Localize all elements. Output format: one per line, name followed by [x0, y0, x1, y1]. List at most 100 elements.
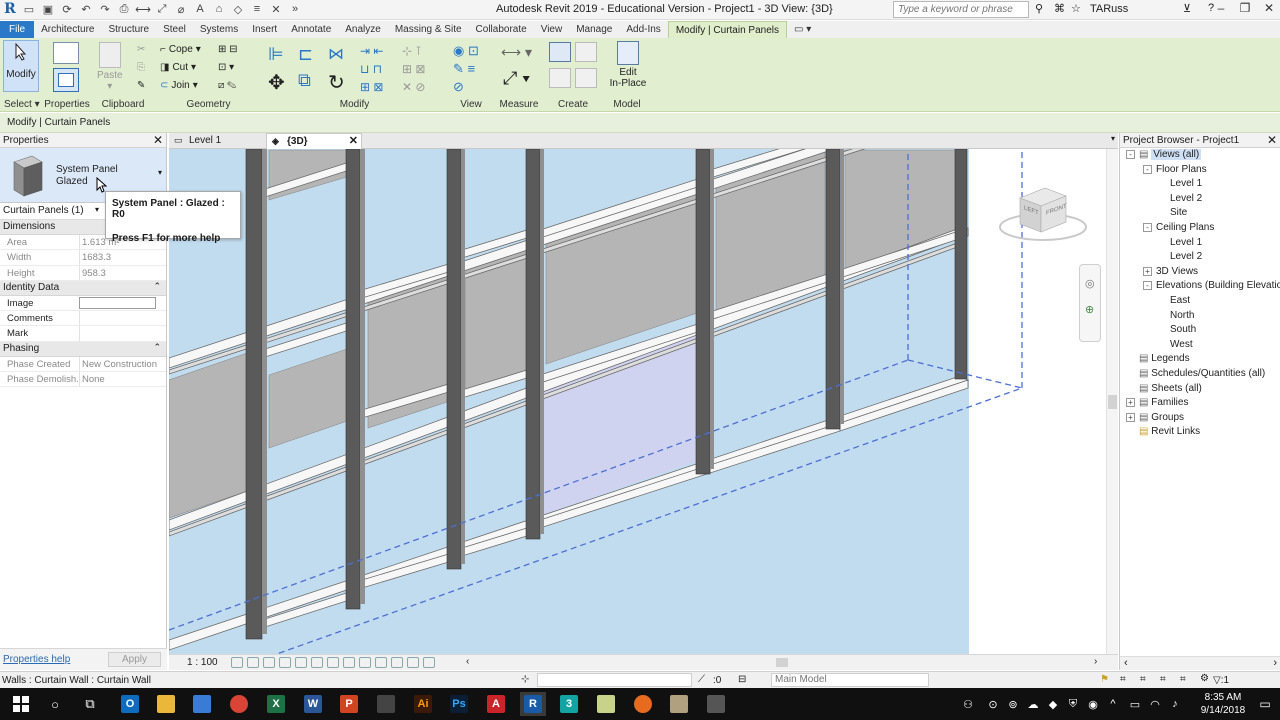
tool-app-icon[interactable] — [703, 692, 729, 716]
browser-tree-item[interactable]: Level 1 — [1170, 237, 1202, 251]
section-icon[interactable]: ◇ — [230, 1, 246, 17]
collapse-group-icon[interactable]: ⌃ — [153, 281, 161, 292]
visual-style-icon[interactable] — [247, 657, 259, 668]
worksets-icon[interactable]: ⊹ — [521, 674, 529, 685]
file-explorer-app-icon[interactable] — [153, 692, 179, 716]
thin-lines-icon[interactable]: ≡ — [249, 1, 265, 17]
excel-app-icon[interactable]: X — [263, 692, 289, 716]
windows-start-icon[interactable] — [8, 692, 34, 716]
temp-hide-icon[interactable] — [359, 657, 371, 668]
expand-icon[interactable]: + — [1143, 266, 1152, 276]
split-icons[interactable]: ⊹ ⊺ ⊞ ⊠ ✕ ⊘ — [402, 42, 425, 96]
photoshop-app-icon[interactable]: Ps — [446, 692, 472, 716]
favorites-star-icon[interactable]: ☆ — [1071, 2, 1081, 15]
tab-architecture[interactable]: Architecture — [34, 21, 101, 38]
outlook-app-icon[interactable]: O — [117, 692, 143, 716]
sun-path-icon[interactable] — [263, 657, 275, 668]
cart-icon[interactable]: ⊻ — [1183, 2, 1191, 15]
property-group-header[interactable]: Phasing ⌃ — [0, 341, 166, 357]
view-hscroll-thumb[interactable] — [776, 658, 788, 667]
select-underlay-icon[interactable]: ⌗ — [1120, 674, 1126, 685]
drag-on-selection-icon[interactable]: ⌗ — [1180, 674, 1186, 685]
browser-tree-item[interactable]: - ▤ Views (all) — [1126, 149, 1202, 163]
default-3d-icon[interactable]: ⌂ — [211, 1, 227, 17]
restore-icon[interactable]: ❐ — [1238, 1, 1252, 15]
browser-horizontal-scrollbar[interactable]: ‹ › — [1120, 656, 1280, 670]
open-icon[interactable]: ▭ — [21, 1, 37, 17]
people-icon[interactable]: ⚇ — [955, 692, 981, 716]
view-scale[interactable]: 1 : 100 — [187, 657, 218, 668]
temp-view-props-icon[interactable] — [391, 657, 403, 668]
browser-tree-item[interactable]: + ▤ Groups — [1126, 412, 1184, 426]
browser-tree-item[interactable]: Level 2 — [1170, 193, 1202, 207]
close-icon[interactable]: ✕ — [1262, 1, 1276, 15]
collapse-icon[interactable]: - — [1126, 150, 1135, 159]
tab-systems[interactable]: Systems — [193, 21, 245, 38]
view-tools-icons[interactable]: ◉ ⊡ ✎ ≡ ⊘ — [453, 42, 479, 96]
firefox-app-icon[interactable] — [630, 692, 656, 716]
create-assembly-icon[interactable] — [549, 42, 571, 62]
cope-button[interactable]: ⌐ Cope ▾ — [160, 41, 201, 58]
close-view-tab-icon[interactable]: ✕ — [349, 134, 358, 147]
select-by-face-icon[interactable]: ⌗ — [1160, 674, 1166, 685]
collapse-icon[interactable]: - — [1143, 164, 1152, 174]
aligned-dimension-icon[interactable]: ⤢ ▾ — [503, 68, 530, 89]
properties-help-link[interactable]: Properties help — [3, 654, 70, 665]
browser-tree-item[interactable]: North — [1170, 310, 1194, 324]
crop-view-icon[interactable] — [311, 657, 323, 668]
tab-massing-site[interactable]: Massing & Site — [388, 21, 469, 38]
copy-icon[interactable]: ⧉ — [298, 70, 311, 91]
browser-menu-icon[interactable]: ▾ — [1111, 134, 1115, 143]
create-similar-icon[interactable] — [575, 68, 597, 88]
measure-icon[interactable]: ⟷ — [135, 1, 151, 17]
editable-only-icon[interactable]: ⟋ — [698, 674, 705, 685]
offset-icon[interactable]: ⊏ — [298, 44, 313, 65]
revit-app-icon[interactable]: R — [520, 692, 546, 716]
tab-add-ins[interactable]: Add-Ins — [619, 21, 667, 38]
workset-select[interactable] — [537, 673, 692, 687]
close-icon[interactable]: ✕ — [1267, 133, 1277, 147]
qat-more-icon[interactable]: » — [287, 1, 303, 17]
cut-small-icon[interactable]: ✂ — [137, 41, 145, 58]
browser-tree-item[interactable]: + ▤ Families — [1126, 397, 1188, 411]
shadows-icon[interactable] — [279, 657, 291, 668]
revit-logo-icon[interactable]: R — [2, 1, 18, 17]
type-properties-icon[interactable] — [53, 42, 79, 64]
tab-level-1[interactable]: ▭ Level 1 — [169, 133, 265, 149]
wall-joins-icon[interactable]: ⊞ ⊟ — [218, 41, 238, 58]
filter-count[interactable]: ▽:1 — [1213, 675, 1229, 686]
tab-file[interactable]: File — [0, 21, 35, 38]
paint-icon[interactable]: ⧄ ✎ — [218, 77, 236, 94]
edit-in-place-button[interactable]: Edit In-Place — [609, 41, 647, 89]
lock-view-icon[interactable] — [343, 657, 355, 668]
select-pinned-icon[interactable]: ⌗ — [1140, 674, 1146, 685]
property-value[interactable] — [79, 296, 156, 310]
copy-small-icon[interactable]: ⎘ — [137, 59, 145, 76]
modify-button[interactable]: Modify — [3, 40, 39, 92]
tab-3d-view[interactable]: ◈ {3D} ✕ — [266, 133, 362, 149]
tab-steel[interactable]: Steel — [156, 21, 193, 38]
user-name[interactable]: TARuss — [1090, 3, 1128, 15]
measure-distance-icon[interactable]: ⟷ ▾ — [501, 44, 532, 61]
cut-geometry-button[interactable]: ◨ Cut ▾ — [160, 59, 196, 76]
tab-view[interactable]: View — [534, 21, 570, 38]
minimize-icon[interactable]: – — [1214, 1, 1228, 15]
collapse-group-icon[interactable]: ⌃ — [153, 342, 161, 353]
illustrator-app-icon[interactable]: Ai — [410, 692, 436, 716]
spiral-app-icon[interactable] — [373, 692, 399, 716]
scroll-left-icon[interactable]: ‹ — [466, 656, 469, 667]
redo-icon[interactable]: ↷ — [97, 1, 113, 17]
tab-modify-curtain-panels[interactable]: Modify | Curtain Panels — [667, 21, 788, 38]
align-icon[interactable]: ⊫ — [268, 44, 284, 65]
browser-tree-item[interactable]: West — [1170, 339, 1193, 353]
browser-tree-item[interactable]: Level 2 — [1170, 251, 1202, 265]
property-group-header[interactable]: Identity Data ⌃ — [0, 280, 166, 296]
zoom-icon[interactable]: ⊕ — [1085, 303, 1094, 316]
split-face-icon[interactable]: ⊡ ▾ — [218, 59, 234, 76]
task-view-icon[interactable]: ⧉ — [77, 692, 103, 716]
show-crop-icon[interactable] — [327, 657, 339, 668]
mirror-icon[interactable]: ⋈ — [328, 44, 344, 64]
undo-icon[interactable]: ↶ — [78, 1, 94, 17]
volume-icon[interactable]: ♪ — [1162, 692, 1188, 716]
scroll-right-icon[interactable]: › — [1094, 656, 1097, 667]
